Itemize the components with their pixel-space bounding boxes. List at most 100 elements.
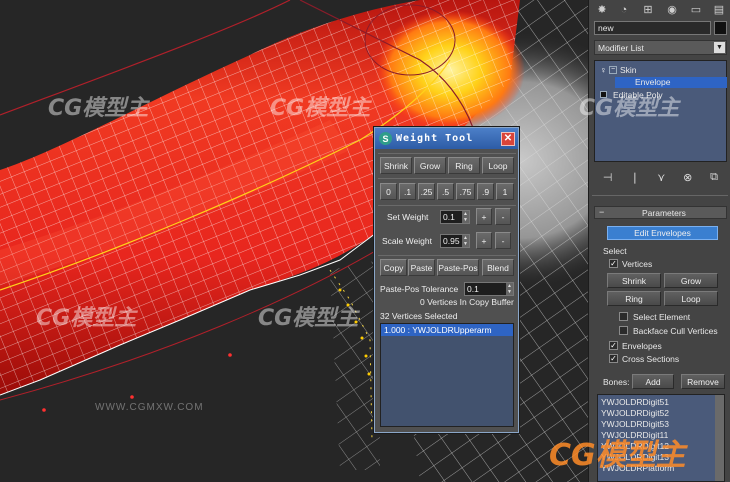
weight-tool-titlebar[interactable]: S Weight Tool ✕ — [375, 128, 518, 149]
configure-sets-icon[interactable]: ⧉ — [710, 171, 718, 184]
selected-vertices-status: 32 Vertices Selected — [380, 311, 458, 321]
app-icon: S — [379, 132, 392, 145]
scale-weight-plus-button[interactable]: + — [476, 232, 492, 249]
stack-item-skin[interactable]: Skin — [620, 65, 637, 75]
vertices-checkbox[interactable]: ✓ — [609, 259, 618, 268]
cross-sections-label: Cross Sections — [622, 354, 680, 364]
scrollbar[interactable] — [715, 395, 724, 481]
object-name-input[interactable]: new — [594, 21, 711, 35]
envelopes-label: Envelopes — [622, 341, 662, 351]
watermark-logo: CG模型主 — [549, 438, 686, 473]
ring-button[interactable]: Ring — [448, 157, 480, 174]
divider — [378, 178, 516, 179]
create-tab-icon[interactable]: ✸ — [594, 3, 610, 17]
tolerance-value: 0.1 — [467, 284, 479, 294]
make-unique-icon[interactable]: ⋎ — [657, 171, 665, 184]
pin-stack-icon[interactable]: ⊣ — [603, 171, 613, 184]
remove-modifier-icon[interactable]: ⊗ — [683, 171, 692, 184]
paste-button[interactable]: Paste — [408, 259, 435, 276]
list-item[interactable]: YWJOLDRDigit53 — [601, 419, 669, 429]
parameters-title: Parameters — [642, 208, 686, 218]
utilities-tab-icon[interactable]: ▤ — [711, 3, 727, 17]
preset-01-button[interactable]: .1 — [399, 183, 416, 200]
loop-button[interactable]: Loop — [482, 157, 514, 174]
modifier-list-dropdown[interactable]: Modifier List ▼ — [594, 40, 727, 55]
close-icon: ✕ — [503, 133, 513, 144]
scale-weight-value: 0.95 — [443, 236, 460, 246]
weight-tool-title: Weight Tool — [396, 133, 474, 144]
list-item[interactable]: YWJOLDRDigit51 — [601, 397, 669, 407]
parameters-rollout[interactable]: − Parameters — [594, 206, 727, 219]
set-weight-label: Set Weight — [387, 212, 429, 222]
bone-weight-list[interactable]: 1.000 : YWJOLDRUpperarm — [380, 323, 514, 427]
watermark-logo: CG模型主 — [36, 306, 137, 331]
spinner-arrows-icon[interactable]: ▲ ▼ — [462, 211, 469, 223]
loop-button[interactable]: Loop — [664, 291, 718, 306]
envelopes-checkbox[interactable]: ✓ — [609, 341, 618, 350]
copy-button[interactable]: Copy — [380, 259, 407, 276]
shrink-button[interactable]: Shrink — [380, 157, 412, 174]
lightbulb-icon[interactable]: ♀ — [600, 65, 607, 75]
bones-label: Bones: — [603, 377, 630, 387]
scale-weight-spinner[interactable]: 0.95 ▲ ▼ — [440, 234, 470, 248]
hierarchy-tab-icon[interactable]: ⊞ — [640, 3, 656, 17]
watermark-logo: CG模型主 — [258, 306, 359, 331]
set-weight-value: 0.1 — [443, 212, 455, 222]
backface-cull-checkbox[interactable] — [619, 326, 628, 335]
ring-button[interactable]: Ring — [607, 291, 661, 306]
select-group-label: Select — [603, 246, 627, 256]
preset-075-button[interactable]: .75 — [456, 183, 475, 200]
spinner-arrows-icon[interactable]: ▲ ▼ — [462, 235, 469, 247]
edit-envelopes-button[interactable]: Edit Envelopes — [607, 226, 718, 240]
remove-bone-button[interactable]: Remove — [681, 374, 725, 389]
show-end-result-icon[interactable]: ❘ — [630, 171, 639, 184]
scale-weight-label: Scale Weight — [382, 236, 432, 246]
divider — [378, 205, 516, 206]
copy-buffer-status: 0 Vertices In Copy Buffer — [420, 297, 514, 307]
preset-05-button[interactable]: .5 — [437, 183, 454, 200]
cross-sections-checkbox[interactable]: ✓ — [609, 354, 618, 363]
motion-tab-icon[interactable]: ◉ — [664, 3, 680, 17]
command-panel: ✸ ◔ ⊞ ◉ ▭ ▤ new Modifier List ▼ ♀ − Skin… — [549, 0, 730, 482]
list-item[interactable]: YWJOLDRDigit52 — [601, 408, 669, 418]
close-button[interactable]: ✕ — [501, 131, 515, 146]
divider — [592, 195, 728, 196]
preset-1-button[interactable]: 1 — [496, 183, 514, 200]
stack-item-envelope-label: Envelope — [635, 77, 671, 87]
divider — [378, 255, 516, 256]
tolerance-label: Paste-Pos Tolerance — [380, 284, 459, 294]
set-weight-plus-button[interactable]: + — [476, 208, 492, 225]
spinner-arrows-icon[interactable]: ▲ ▼ — [506, 283, 513, 295]
preset-025-button[interactable]: .25 — [418, 183, 435, 200]
grow-button[interactable]: Grow — [414, 157, 446, 174]
rollout-toggle-icon: − — [599, 207, 605, 217]
set-weight-spinner[interactable]: 0.1 ▲ ▼ — [440, 210, 470, 224]
weight-tool-dialog[interactable]: S Weight Tool ✕ Shrink Grow Ring Loop 0 … — [374, 127, 519, 433]
vertices-label: Vertices — [622, 259, 653, 269]
set-weight-minus-button[interactable]: - — [495, 208, 511, 225]
select-element-checkbox[interactable] — [619, 312, 628, 321]
watermark-logo: CG模型主 — [270, 96, 371, 121]
list-item[interactable]: 1.000 : YWJOLDRUpperarm — [381, 324, 513, 336]
paste-pos-button[interactable]: Paste-Pos — [437, 259, 479, 276]
collapse-icon[interactable]: − — [609, 66, 617, 74]
tolerance-spinner[interactable]: 0.1 ▲ ▼ — [464, 282, 514, 296]
stack-item-envelope[interactable]: Envelope — [615, 77, 727, 88]
display-tab-icon[interactable]: ▭ — [688, 3, 704, 17]
preset-09-button[interactable]: .9 — [477, 183, 494, 200]
add-bone-button[interactable]: Add — [632, 374, 674, 389]
watermark-logo: CG模型主 — [579, 96, 680, 121]
modify-tab-icon[interactable]: ◔ — [616, 3, 632, 17]
blend-button[interactable]: Blend — [482, 259, 514, 276]
backface-cull-label: Backface Cull Vertices — [633, 326, 718, 336]
grow-button[interactable]: Grow — [664, 273, 718, 288]
object-color-swatch[interactable] — [714, 21, 727, 35]
divider — [378, 153, 516, 154]
shrink-button[interactable]: Shrink — [607, 273, 661, 288]
chevron-down-icon: ▼ — [714, 42, 725, 53]
scale-weight-minus-button[interactable]: - — [495, 232, 511, 249]
watermark-logo: CG模型主 — [48, 96, 149, 121]
select-element-label: Select Element — [633, 312, 691, 322]
watermark-url: WWW.CGMXW.COM — [95, 402, 204, 413]
preset-0-button[interactable]: 0 — [380, 183, 397, 200]
